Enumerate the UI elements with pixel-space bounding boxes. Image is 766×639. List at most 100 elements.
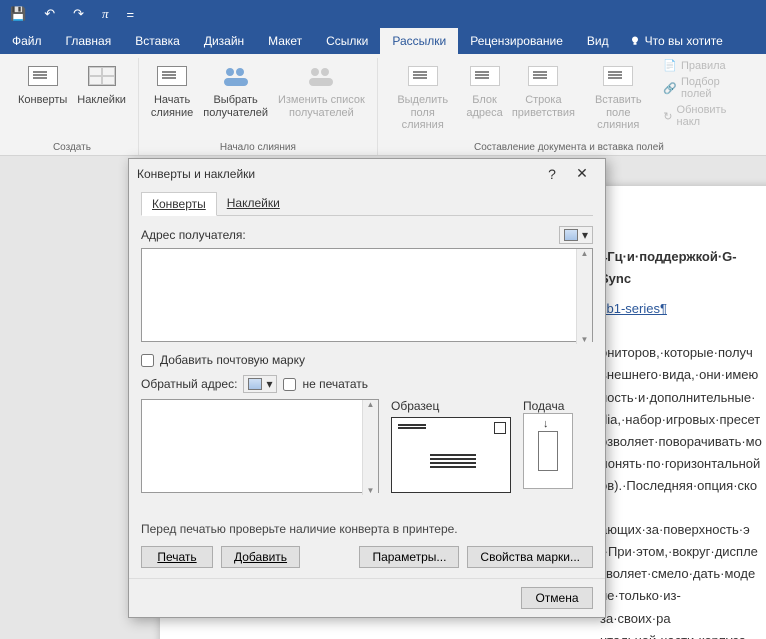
highlight-icon (408, 66, 438, 86)
add-postage-checkbox[interactable]: Добавить почтовую марку (141, 353, 593, 367)
return-address-input[interactable] (141, 399, 379, 493)
tab-design[interactable]: Дизайн (192, 28, 256, 54)
select-recipients-button[interactable]: Выбрать получателей (199, 58, 272, 121)
bulb-icon (629, 35, 641, 47)
print-button[interactable]: Печать (141, 546, 213, 568)
addr-block-icon (470, 66, 500, 86)
stamp-icon (494, 422, 506, 434)
from-lines (398, 424, 426, 426)
save-icon[interactable]: 💾 (6, 4, 30, 24)
scroll-down-icon[interactable]: ▼ (367, 486, 375, 495)
dialog-titlebar: Конверты и наклейки ? ✕ (129, 159, 605, 188)
no-print-checkbox[interactable]: не печатать (283, 377, 368, 391)
doc-text: ающих·за·поверхность·э (600, 519, 750, 541)
to-lines (430, 454, 476, 456)
doc-text: не·только·из-за·своих·ра (600, 585, 750, 629)
book-icon (564, 229, 578, 241)
group-start-merge: Начать слияние Выбрать получателей Измен… (139, 58, 378, 155)
return-address-label: Обратный адрес: (141, 377, 237, 391)
merge-icon (157, 66, 187, 86)
tab-labels-dialog[interactable]: Наклейки (217, 192, 290, 215)
greeting-line-button: Строка приветствия (510, 58, 578, 121)
tab-mailings[interactable]: Рассылки (380, 28, 458, 54)
edit-list-icon (305, 60, 337, 92)
recipient-address-label: Адрес получателя: (141, 228, 246, 242)
address-book-dropdown[interactable]: ▾ (559, 226, 593, 244)
group-start-label: Начало слияния (220, 140, 296, 155)
recipient-address-input[interactable] (141, 248, 593, 342)
tell-me[interactable]: Что вы хотите (621, 28, 731, 54)
greeting-label: Строка приветствия (512, 94, 575, 119)
start-merge-button[interactable]: Начать слияние (147, 58, 197, 121)
scroll-up-icon[interactable]: ▲ (581, 249, 589, 258)
tab-layout[interactable]: Макет (256, 28, 314, 54)
envelope-icon (28, 66, 58, 86)
tell-me-label: Что вы хотите (645, 34, 723, 48)
start-merge-label: Начать слияние (151, 94, 193, 119)
doc-text: зволяет·смело·дать·моде (600, 563, 750, 585)
edit-recipients-label: Изменить список получателей (278, 94, 365, 119)
sample-label: Образец (391, 399, 511, 413)
edit-recipients-button: Изменить список получателей (274, 58, 369, 121)
doc-heading: 4Гц·и·поддержкой·G-Sync (600, 246, 750, 290)
redo-icon[interactable]: ↷ (69, 4, 88, 24)
labels-button[interactable]: Наклейки (73, 58, 130, 109)
tab-insert[interactable]: Вставка (123, 28, 192, 54)
no-print-input[interactable] (283, 378, 296, 391)
rules-button: 📄Правила (659, 58, 752, 73)
tab-review[interactable]: Рецензирование (458, 28, 575, 54)
dialog-tabs: Конверты Наклейки (141, 192, 593, 216)
tab-references[interactable]: Ссылки (314, 28, 380, 54)
doc-text: внешнего·вида,·они·имею (600, 364, 750, 386)
envelopes-label: Конверты (18, 94, 67, 107)
group-fields: Выделить поля слияния Блок адреса Строка… (378, 58, 760, 155)
addr-block-label: Блок адреса (466, 94, 502, 119)
close-button[interactable]: ✕ (567, 165, 597, 182)
add-postage-input[interactable] (141, 354, 154, 367)
ribbon: Конверты Наклейки Создать Начать слияние… (0, 54, 766, 156)
feed-label: Подача (523, 399, 573, 413)
envelopes-button[interactable]: Конверты (14, 58, 71, 109)
doc-text: ов).·Последняя·опция·ско (600, 475, 750, 497)
envelope-preview[interactable] (391, 417, 511, 493)
address-block-button: Блок адреса (462, 58, 508, 121)
insert-field-icon (603, 66, 633, 86)
doc-link[interactable]: xb1-series¶ (600, 301, 667, 316)
equals-icon[interactable]: = (123, 5, 139, 24)
help-button[interactable]: ? (537, 166, 567, 182)
book-icon (248, 378, 262, 390)
feed-preview[interactable] (523, 413, 573, 489)
match-fields-button: 🔗Подбор полей (659, 75, 752, 101)
scrollbar[interactable]: ▲▼ (362, 400, 378, 495)
select-recipients-label: Выбрать получателей (203, 94, 268, 119)
undo-icon[interactable]: ↶ (40, 4, 59, 24)
tab-view[interactable]: Вид (575, 28, 621, 54)
options-button[interactable]: Параметры... (359, 546, 459, 568)
insert-field-label: Вставить поле слияния (583, 94, 653, 132)
no-print-label: не печатать (302, 377, 368, 391)
rules-icon: 📄 (663, 59, 677, 72)
add-button[interactable]: Добавить (221, 546, 300, 568)
people-icon (220, 60, 252, 92)
greeting-icon (528, 66, 558, 86)
scrollbar[interactable]: ▲▼ (576, 249, 592, 344)
update-icon: ↻ (663, 110, 672, 123)
ribbon-tabs: Файл Главная Вставка Дизайн Макет Ссылки… (0, 28, 766, 54)
tab-envelopes[interactable]: Конверты (141, 192, 217, 216)
feed-slot-icon (538, 431, 558, 471)
doc-text: ониторов,·которые·получ (600, 342, 750, 364)
return-address-book-dropdown[interactable]: ▾ (243, 375, 277, 393)
add-postage-label: Добавить почтовую марку (160, 353, 305, 367)
equation-icon[interactable]: π (98, 4, 113, 24)
tab-file[interactable]: Файл (0, 28, 54, 54)
match-icon: 🔗 (663, 82, 677, 95)
cancel-button[interactable]: Отмена (521, 587, 593, 609)
insert-field-button: Вставить поле слияния (579, 58, 657, 134)
doc-text: dia,·набор·игровых·пресет (600, 409, 750, 431)
doc-text: нтальной·части·корпуса·—·порядк (600, 630, 750, 639)
group-create-label: Создать (53, 140, 91, 155)
scroll-down-icon[interactable]: ▼ (581, 335, 589, 344)
stamp-properties-button[interactable]: Свойства марки... (467, 546, 593, 568)
scroll-up-icon[interactable]: ▲ (367, 400, 375, 409)
tab-home[interactable]: Главная (54, 28, 124, 54)
